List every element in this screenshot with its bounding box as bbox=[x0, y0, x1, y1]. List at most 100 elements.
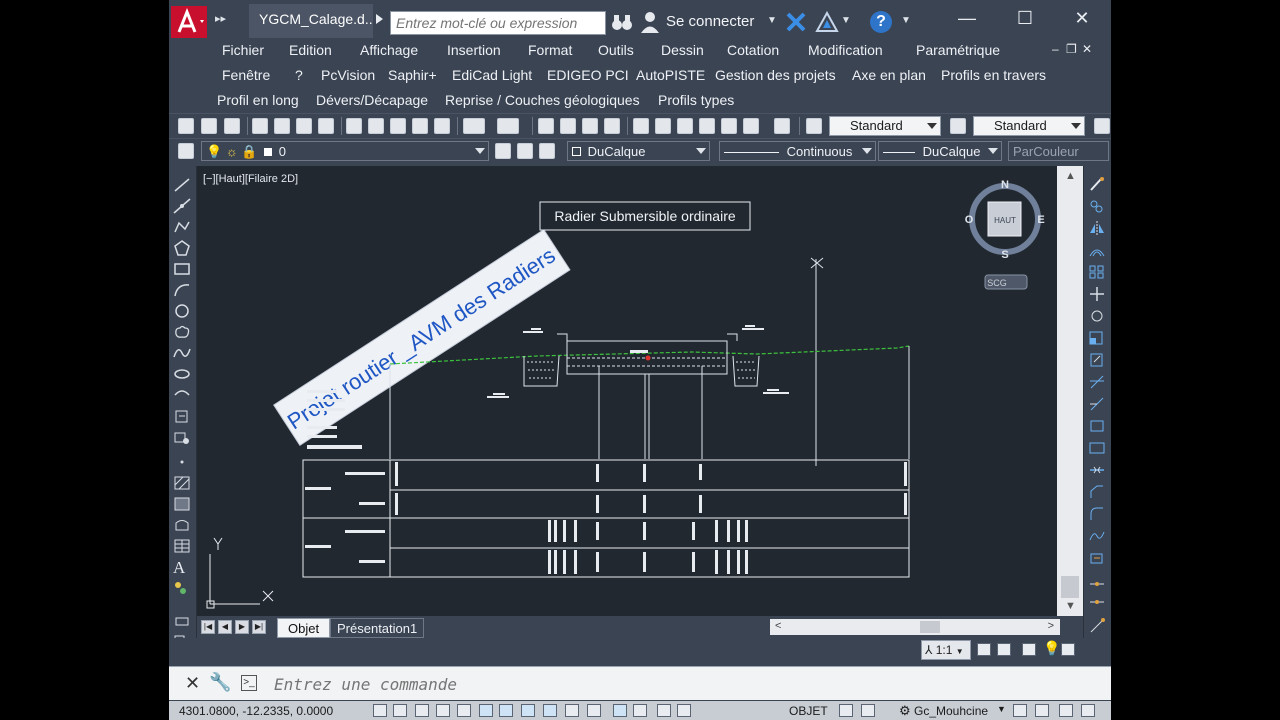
menu-aide[interactable]: ? bbox=[295, 67, 303, 83]
hscroll-thumb[interactable] bbox=[920, 621, 940, 633]
leader-icon[interactable] bbox=[1088, 618, 1106, 634]
menu-pcvision[interactable]: PcVision bbox=[321, 67, 375, 83]
lineweight-combo[interactable]: DuCalque bbox=[878, 141, 1002, 161]
scroll-right-icon[interactable]: > bbox=[1048, 620, 1054, 632]
tab-objet[interactable]: Objet bbox=[277, 618, 331, 638]
menu-reprise-couches[interactable]: Reprise / Couches géologiques bbox=[445, 92, 640, 108]
join-icon[interactable] bbox=[1088, 462, 1106, 478]
menu-fenetre[interactable]: Fenêtre bbox=[222, 67, 270, 83]
ucs-menu[interactable]: SCG bbox=[987, 278, 1007, 288]
infer-constraints-icon[interactable] bbox=[373, 704, 387, 717]
block-editor-icon[interactable] bbox=[434, 118, 450, 134]
publish-icon[interactable] bbox=[296, 118, 312, 134]
signin-link[interactable]: Se connecter bbox=[666, 13, 754, 30]
break-icon[interactable] bbox=[1088, 440, 1106, 456]
calculator-icon[interactable] bbox=[743, 118, 759, 134]
break-at-point-icon[interactable] bbox=[1088, 418, 1106, 434]
grid-display-icon[interactable] bbox=[415, 704, 429, 717]
menu-parametrique[interactable]: Paramétrique bbox=[916, 42, 1000, 58]
circle-icon[interactable] bbox=[173, 303, 191, 319]
copy-icon[interactable] bbox=[368, 118, 384, 134]
workspace-selector[interactable]: Gc_Mouhcine bbox=[914, 704, 988, 718]
region-icon[interactable] bbox=[173, 517, 191, 533]
previous-tab-icon[interactable]: ◀ bbox=[218, 620, 232, 634]
mdi-restore-icon[interactable]: ❐ bbox=[1066, 42, 1077, 56]
menu-saphir[interactable]: Saphir+ bbox=[388, 67, 437, 83]
menu-dessin[interactable]: Dessin bbox=[661, 42, 704, 58]
menu-profils-travers[interactable]: Profils en travers bbox=[941, 67, 1046, 83]
dynamic-input-icon[interactable] bbox=[565, 704, 579, 717]
viewcube[interactable]: HAUT N S E O SCG bbox=[965, 179, 1045, 290]
annotation-scale[interactable]: ⅄ 1:1 ▼ bbox=[921, 640, 971, 660]
blend-curves-icon[interactable] bbox=[1088, 528, 1106, 544]
text-style-combo[interactable]: Standard bbox=[829, 116, 941, 136]
wrench-icon[interactable]: 🔧 bbox=[209, 672, 231, 693]
menu-devers-decapage[interactable]: Dévers/Décapage bbox=[316, 92, 428, 108]
ortho-mode-icon[interactable] bbox=[436, 704, 450, 717]
add-selected-icon[interactable] bbox=[173, 580, 191, 596]
binoculars-icon[interactable] bbox=[611, 11, 633, 33]
drawing-canvas[interactable]: [−][Haut][Filaire 2D] Projet routier _AV… bbox=[197, 166, 1057, 616]
stretch-icon[interactable] bbox=[1088, 352, 1106, 368]
minimize-icon[interactable]: — bbox=[957, 8, 977, 28]
isolate-objects-icon[interactable] bbox=[1059, 704, 1073, 717]
menu-insertion[interactable]: Insertion bbox=[447, 42, 501, 58]
revision-cloud-icon[interactable] bbox=[173, 324, 191, 340]
document-tab[interactable]: YGCM_Calage.d... bbox=[249, 4, 373, 38]
close-icon[interactable]: ✕ bbox=[1072, 8, 1092, 28]
offset-icon[interactable] bbox=[1088, 242, 1106, 258]
scroll-left-icon[interactable]: < bbox=[775, 620, 781, 632]
lineweight-display-icon[interactable] bbox=[587, 704, 601, 717]
tab-arrow-icon[interactable] bbox=[376, 14, 383, 24]
ellipse-icon[interactable] bbox=[173, 366, 191, 382]
a360-icon[interactable] bbox=[815, 11, 839, 33]
menu-fichier[interactable]: Fichier bbox=[222, 42, 264, 58]
cut-icon[interactable] bbox=[346, 118, 362, 134]
next-tab-icon[interactable]: ▶ bbox=[235, 620, 249, 634]
menu-edigeo-pci[interactable]: EDIGEO PCI bbox=[547, 67, 629, 83]
scroll-thumb[interactable] bbox=[1061, 576, 1079, 598]
rotate-icon[interactable] bbox=[1088, 308, 1106, 324]
chevron-down-icon[interactable]: ▼ bbox=[767, 15, 777, 26]
arc-icon[interactable] bbox=[173, 282, 191, 298]
match-properties-icon[interactable] bbox=[412, 118, 428, 134]
hatch-icon[interactable] bbox=[173, 475, 191, 491]
compass-n[interactable]: N bbox=[1001, 179, 1009, 191]
menu-profils-types[interactable]: Profils types bbox=[658, 92, 734, 108]
quick-access-more-icon[interactable]: ▸▸ bbox=[215, 12, 226, 25]
layer-manager-icon[interactable] bbox=[178, 143, 194, 159]
workspace-switch-icon[interactable] bbox=[1022, 643, 1036, 656]
command-prompt-icon[interactable]: >_ bbox=[241, 675, 257, 691]
tool-palettes-icon[interactable] bbox=[677, 118, 693, 134]
first-tab-icon[interactable]: |◀ bbox=[201, 620, 215, 634]
menu-autopiste[interactable]: AutoPISTE bbox=[636, 67, 705, 83]
menu-modification[interactable]: Modification bbox=[808, 42, 883, 58]
color-combo[interactable]: DuCalque bbox=[567, 141, 710, 161]
help-toolbar-icon[interactable] bbox=[774, 118, 790, 134]
dim-style-combo[interactable]: Standard bbox=[973, 116, 1085, 136]
3d-object-snap-icon[interactable] bbox=[499, 704, 513, 717]
menu-profil-long[interactable]: Profil en long bbox=[217, 92, 299, 108]
gear-icon[interactable]: ⚙ bbox=[899, 703, 911, 719]
layer-combo[interactable]: 💡 ☼ 🔒 0 bbox=[201, 141, 489, 161]
chevron-down-icon[interactable]: ▼ bbox=[841, 15, 851, 26]
print-preview-icon[interactable] bbox=[274, 118, 290, 134]
zoom-previous-icon[interactable] bbox=[604, 118, 620, 134]
scroll-down-icon[interactable]: ▼ bbox=[1065, 600, 1076, 612]
save-icon[interactable] bbox=[224, 118, 240, 134]
plotstyle-combo[interactable]: ParCouleur bbox=[1008, 141, 1109, 161]
menu-edicad-light[interactable]: EdiCad Light bbox=[452, 67, 532, 83]
snap-mode-icon[interactable] bbox=[393, 704, 407, 717]
new-file-icon[interactable] bbox=[178, 118, 194, 134]
make-current-icon[interactable] bbox=[495, 143, 511, 159]
annotation-scale-icon[interactable] bbox=[861, 704, 875, 717]
open-file-icon[interactable] bbox=[201, 118, 217, 134]
scroll-up-icon[interactable]: ▲ bbox=[1065, 170, 1076, 182]
insert-block-icon[interactable] bbox=[173, 408, 191, 424]
chevron-down-icon[interactable]: ▼ bbox=[901, 15, 911, 26]
dynamic-ucs-icon[interactable] bbox=[543, 704, 557, 717]
redo-icon[interactable] bbox=[497, 118, 519, 134]
lightbulb-icon[interactable]: 💡 bbox=[1043, 640, 1060, 657]
menu-cotation[interactable]: Cotation bbox=[727, 42, 779, 58]
menu-gestion-projets[interactable]: Gestion des projets bbox=[715, 67, 836, 83]
